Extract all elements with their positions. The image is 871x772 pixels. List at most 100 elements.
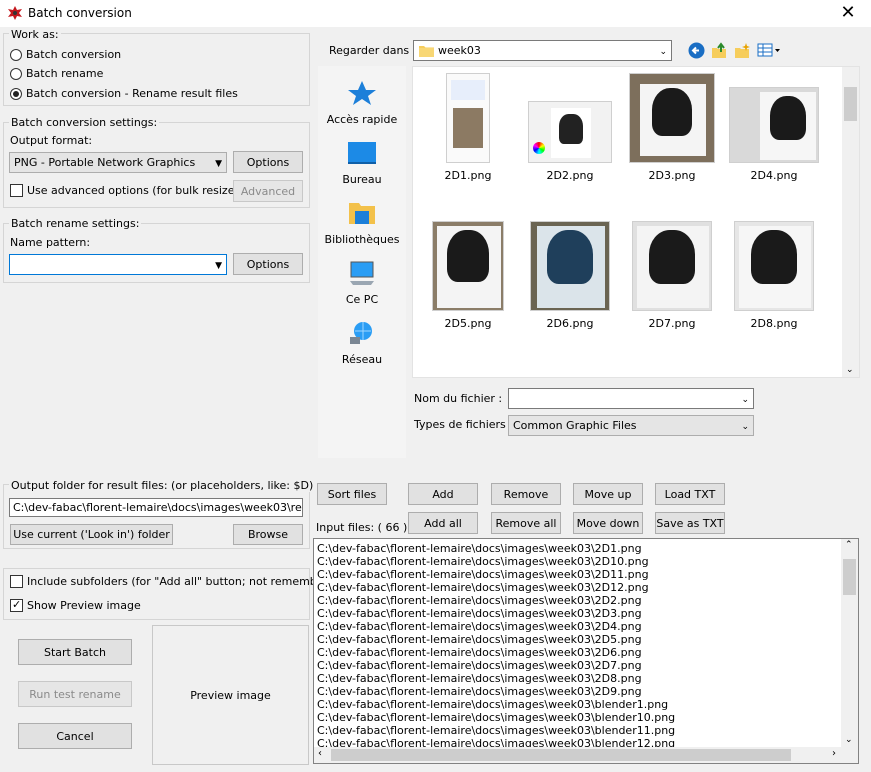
libraries-icon [349, 203, 375, 224]
place-libraries[interactable]: Bibliothèques [318, 200, 406, 246]
checkbox-box [10, 575, 23, 588]
filetype-select[interactable]: Common Graphic Files ⌄ [508, 415, 754, 436]
list-item[interactable]: C:\dev-fabac\florent-lemaire\docs\images… [317, 607, 642, 620]
back-arrow-icon[interactable] [688, 42, 705, 59]
save-txt-button[interactable]: Save as TXT [655, 512, 725, 534]
chevron-down-icon[interactable]: ⌄ [846, 365, 854, 375]
title-bar: Batch conversion ✕ [0, 0, 871, 27]
list-vertical-scrollbar[interactable]: ⌃ ⌄ [841, 539, 858, 747]
input-files-list[interactable]: C:\dev-fabac\florent-lemaire\docs\images… [313, 538, 859, 764]
advanced-button[interactable]: Advanced [233, 180, 303, 202]
file-name: 2D8.png [750, 317, 798, 330]
cancel-button[interactable]: Cancel [18, 723, 132, 749]
radio-batch-conversion-rename[interactable]: Batch conversion - Rename result files [10, 87, 238, 100]
remove-all-button[interactable]: Remove all [491, 512, 561, 534]
list-item[interactable]: C:\dev-fabac\florent-lemaire\docs\images… [317, 594, 642, 607]
add-all-button[interactable]: Add all [408, 512, 478, 534]
chevron-down-icon: ⌄ [659, 46, 667, 57]
list-item[interactable]: C:\dev-fabac\florent-lemaire\docs\images… [317, 698, 668, 711]
file-name: 2D5.png [444, 317, 492, 330]
name-pattern-combo[interactable]: ▼ [9, 254, 227, 275]
file-item-2d3[interactable]: 2D3.png [622, 73, 722, 182]
scrollbar-thumb[interactable] [844, 87, 857, 121]
radio-label: Batch conversion - Rename result files [26, 87, 238, 100]
scrollbar-thumb[interactable] [843, 559, 856, 595]
file-item-2d7[interactable]: 2D7.png [622, 221, 722, 330]
radio-label: Batch conversion [26, 48, 122, 61]
output-format-value: PNG - Portable Network Graphics [14, 156, 196, 169]
look-in-label: Regarder dans : [329, 44, 417, 57]
file-item-2d5[interactable]: 2D5.png [418, 221, 518, 330]
look-in-select[interactable]: week03 ⌄ [413, 40, 672, 61]
place-desktop[interactable]: Bureau [318, 140, 406, 186]
move-up-button[interactable]: Move up [573, 483, 643, 505]
chevron-down-icon: ⌄ [741, 421, 749, 432]
list-item[interactable]: C:\dev-fabac\florent-lemaire\docs\images… [317, 724, 675, 737]
show-preview-checkbox[interactable]: Show Preview image [10, 598, 141, 612]
chevron-right-icon[interactable]: › [832, 748, 836, 759]
file-item-2d6[interactable]: 2D6.png [520, 221, 620, 330]
include-subfolders-checkbox[interactable]: Include subfolders (for "Add all" button… [10, 575, 346, 588]
sort-files-button[interactable]: Sort files [317, 483, 387, 505]
list-item[interactable]: C:\dev-fabac\florent-lemaire\docs\images… [317, 659, 642, 672]
remove-button[interactable]: Remove [491, 483, 561, 505]
radio-circle [10, 67, 22, 80]
chevron-up-icon[interactable]: ⌃ [845, 540, 853, 550]
list-item[interactable]: C:\dev-fabac\florent-lemaire\docs\images… [317, 620, 642, 633]
file-thumbnail [632, 221, 712, 311]
add-button[interactable]: Add [408, 483, 478, 505]
file-thumbnail [528, 101, 612, 163]
file-item-2d4[interactable]: 2D4.png [724, 87, 824, 182]
list-item[interactable]: C:\dev-fabac\florent-lemaire\docs\images… [317, 633, 642, 646]
file-name: 2D7.png [648, 317, 696, 330]
chevron-left-icon[interactable]: ‹ [318, 748, 322, 759]
list-item[interactable]: C:\dev-fabac\florent-lemaire\docs\images… [317, 685, 642, 698]
run-test-rename-button[interactable]: Run test rename [18, 681, 132, 707]
file-item-2d1[interactable]: 2D1.png [418, 73, 518, 182]
place-network[interactable]: Réseau [318, 320, 406, 366]
output-format-select[interactable]: PNG - Portable Network Graphics ▼ [9, 152, 227, 173]
list-item[interactable]: C:\dev-fabac\florent-lemaire\docs\images… [317, 672, 642, 685]
radio-batch-conversion[interactable]: Batch conversion [10, 48, 121, 61]
list-item[interactable]: C:\dev-fabac\florent-lemaire\docs\images… [317, 581, 649, 594]
radio-batch-rename[interactable]: Batch rename [10, 67, 103, 80]
file-view-scrollbar[interactable]: ⌄ [842, 67, 859, 377]
use-current-folder-button[interactable]: Use current ('Look in') folder [10, 524, 173, 545]
start-batch-button[interactable]: Start Batch [18, 639, 132, 665]
list-item[interactable]: C:\dev-fabac\florent-lemaire\docs\images… [317, 542, 642, 555]
file-item-2d2[interactable]: 2D2.png [520, 101, 620, 182]
filename-combo[interactable]: ⌄ [508, 388, 754, 409]
file-item-2d8[interactable]: 2D8.png [724, 221, 824, 330]
place-quick-access[interactable]: Accès rapide [318, 80, 406, 126]
place-this-pc[interactable]: Ce PC [318, 260, 406, 306]
rename-options-button[interactable]: Options [233, 253, 303, 275]
output-folder-field[interactable]: C:\dev-fabac\florent-lemaire\docs\images… [9, 498, 303, 517]
list-item[interactable]: C:\dev-fabac\florent-lemaire\docs\images… [317, 555, 649, 568]
preview-image-label: Preview image [190, 688, 271, 702]
place-label: Réseau [341, 353, 383, 366]
load-txt-button[interactable]: Load TXT [655, 483, 725, 505]
folder-icon [419, 46, 434, 57]
file-thumbnail [446, 73, 490, 163]
view-menu-icon[interactable] [757, 43, 781, 58]
list-item[interactable]: C:\dev-fabac\florent-lemaire\docs\images… [317, 646, 642, 659]
advanced-options-checkbox[interactable]: Use advanced options (for bulk resize...… [10, 184, 249, 197]
list-horizontal-scrollbar[interactable]: ‹ › [314, 747, 858, 763]
new-folder-icon[interactable] [734, 42, 751, 59]
close-icon[interactable]: ✕ [825, 0, 871, 27]
file-thumbnail [432, 221, 504, 311]
move-down-button[interactable]: Move down [573, 512, 643, 534]
preview-image-area: Preview image [152, 625, 309, 765]
chevron-down-icon[interactable]: ⌄ [845, 735, 853, 745]
up-folder-icon[interactable] [711, 42, 728, 59]
list-item[interactable]: C:\dev-fabac\florent-lemaire\docs\images… [317, 711, 675, 724]
file-name: 2D3.png [648, 169, 696, 182]
filename-label: Nom du fichier : [414, 392, 503, 405]
conversion-options-button[interactable]: Options [233, 151, 303, 173]
file-name: 2D4.png [750, 169, 798, 182]
list-item[interactable]: C:\dev-fabac\florent-lemaire\docs\images… [317, 568, 649, 581]
browse-button[interactable]: Browse [233, 524, 303, 545]
scrollbar-thumb[interactable] [331, 749, 791, 761]
radio-label: Batch rename [26, 67, 104, 80]
filetype-value: Common Graphic Files [513, 419, 637, 432]
